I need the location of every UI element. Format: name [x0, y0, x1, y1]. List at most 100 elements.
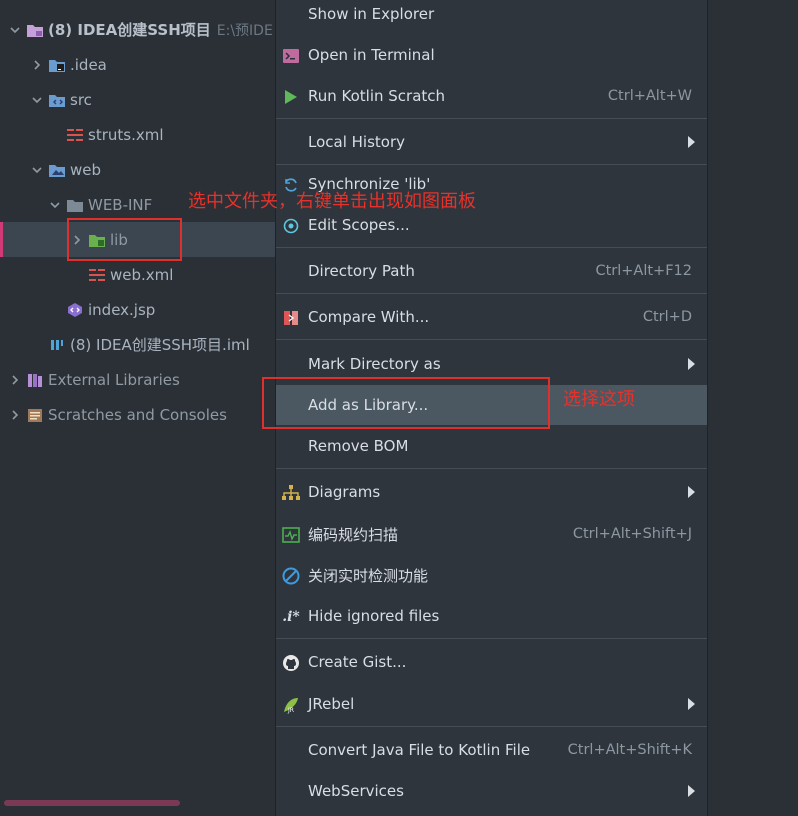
menu-item-disable-realtime-check[interactable]: 关闭实时检测功能: [276, 555, 707, 595]
annotation-note-select-folder: 选中文件夹，右键单击出现如图面板: [188, 191, 476, 212]
menu-item-label: JRebel: [308, 695, 355, 713]
menu-item-label: Mark Directory as: [308, 355, 441, 373]
chevron-down-icon[interactable]: [30, 163, 44, 177]
chevron-down-icon[interactable]: [48, 198, 62, 212]
terminal-icon: [281, 47, 301, 65]
menu-item-shortcut: Ctrl+Alt+Shift+J: [572, 526, 692, 542]
xml-file-icon: [88, 267, 106, 283]
tree-item-label: External Libraries: [48, 370, 180, 389]
github-icon: [281, 654, 301, 672]
menu-item-shortcut: Ctrl+Alt+W: [607, 88, 692, 104]
menu-separator: [276, 118, 707, 119]
tree-item-label: (8) IDEA创建SSH项目.iml: [70, 336, 250, 354]
menu-item-hide-ignored-files[interactable]: .i* Hide ignored files: [276, 596, 707, 636]
chevron-down-icon[interactable]: [30, 93, 44, 107]
annotation-box-add-library: [262, 377, 550, 429]
tree-item-scratches[interactable]: Scratches and Consoles: [0, 397, 283, 432]
run-icon: [281, 88, 301, 106]
menu-item-label: Local History: [308, 133, 406, 151]
tree-item-label: WEB-INF: [88, 195, 153, 214]
submenu-arrow-icon: [688, 785, 695, 797]
menu-separator: [276, 726, 707, 727]
menu-item-label: 编码规约扫描: [308, 525, 399, 544]
scratches-icon: [26, 407, 44, 423]
menu-item-local-history[interactable]: Local History: [276, 122, 707, 162]
tree-item-label: struts.xml: [88, 125, 164, 144]
module-folder-icon: [26, 22, 44, 38]
tree-item-label: (8) IDEA创建SSH项目: [48, 21, 211, 39]
menu-separator: [276, 339, 707, 340]
code-scan-icon: [281, 526, 301, 544]
menu-item-code-scan[interactable]: 编码规约扫描 Ctrl+Alt+Shift+J: [276, 514, 707, 554]
menu-item-shortcut: Ctrl+D: [642, 309, 692, 325]
annotation-box-lib: [67, 218, 182, 261]
diagram-icon: [281, 484, 301, 502]
tree-item-web[interactable]: web: [0, 152, 305, 187]
idea-folder-icon: [48, 57, 66, 73]
scope-icon: [281, 217, 301, 235]
tree-item-src[interactable]: src: [0, 82, 305, 117]
annotation-note-choose-this: 选择这项: [563, 389, 635, 410]
menu-item-create-gist[interactable]: Create Gist...: [276, 642, 707, 682]
tree-item-label: .idea: [70, 55, 107, 74]
menu-item-label: Run Kotlin Scratch: [308, 87, 446, 105]
menu-item-label: WebServices: [308, 782, 404, 800]
folder-icon: [66, 197, 84, 213]
menu-item-label: Show in Explorer: [308, 5, 435, 23]
menu-item-label: Edit Scopes...: [308, 216, 410, 234]
ignored-files-icon: .i*: [282, 609, 300, 625]
submenu-arrow-icon: [688, 358, 695, 370]
chevron-right-icon[interactable]: [8, 373, 22, 387]
menu-item-label: Compare With...: [308, 308, 430, 326]
menu-item-webservices[interactable]: WebServices: [276, 771, 707, 811]
jsp-file-icon: [66, 302, 84, 318]
source-folder-icon: [48, 92, 66, 108]
chevron-right-icon[interactable]: [8, 408, 22, 422]
menu-item-run-kotlin-scratch[interactable]: Run Kotlin Scratch Ctrl+Alt+W: [276, 76, 707, 116]
menu-item-shortcut: Ctrl+Alt+F12: [595, 263, 692, 279]
tree-item-path: E:\预IDE: [216, 22, 273, 39]
horizontal-scrollbar[interactable]: [4, 800, 180, 806]
tree-item-idea[interactable]: .idea: [0, 47, 305, 82]
menu-item-label: Diagrams: [308, 483, 381, 501]
menu-item-jrebel[interactable]: JR JRebel: [276, 684, 707, 724]
menu-item-label: Create Gist...: [308, 653, 407, 671]
menu-separator: [276, 247, 707, 248]
xml-file-icon: [66, 127, 84, 143]
menu-item-shortcut: Ctrl+Alt+Shift+K: [567, 742, 692, 758]
menu-item-label: Open in Terminal: [308, 46, 435, 64]
menu-item-compare-with[interactable]: Compare With... Ctrl+D: [276, 297, 707, 337]
compare-icon: [281, 309, 301, 327]
tree-item-label: Scratches and Consoles: [48, 405, 227, 424]
jrebel-icon: JR: [281, 696, 301, 714]
menu-item-label: Convert Java File to Kotlin File: [308, 741, 531, 759]
submenu-arrow-icon: [688, 486, 695, 498]
menu-item-label: Directory Path: [308, 262, 415, 280]
tree-item-label: src: [70, 90, 92, 109]
module-file-icon: [48, 337, 66, 353]
submenu-arrow-icon: [688, 136, 695, 148]
menu-item-show-in-explorer[interactable]: Show in Explorer: [276, 0, 707, 34]
menu-item-label: Hide ignored files: [308, 607, 440, 625]
menu-item-diagrams[interactable]: Diagrams: [276, 472, 707, 512]
tree-item-label: web.xml: [110, 265, 174, 284]
chevron-down-icon[interactable]: [8, 23, 22, 37]
libraries-icon: [26, 372, 44, 388]
web-folder-icon: [48, 162, 66, 178]
menu-item-open-in-terminal[interactable]: Open in Terminal: [276, 35, 707, 75]
menu-item-directory-path[interactable]: Directory Path Ctrl+Alt+F12: [276, 251, 707, 291]
menu-item-convert-java-to-kotlin[interactable]: Convert Java File to Kotlin File Ctrl+Al…: [276, 730, 707, 770]
menu-separator: [276, 468, 707, 469]
menu-item-remove-bom[interactable]: Remove BOM: [276, 426, 707, 466]
tree-item-external-libraries[interactable]: External Libraries: [0, 362, 283, 397]
tree-item-label: index.jsp: [88, 300, 156, 319]
svg-text:JR: JR: [287, 707, 294, 714]
block-icon: [281, 567, 301, 585]
menu-separator: [276, 293, 707, 294]
menu-item-label: Remove BOM: [308, 437, 409, 455]
menu-item-label: 关闭实时检测功能: [308, 566, 429, 585]
submenu-arrow-icon: [688, 698, 695, 710]
tree-item-project-root[interactable]: (8) IDEA创建SSH项目 E:\预IDE: [0, 12, 283, 47]
menu-separator: [276, 638, 707, 639]
chevron-right-icon[interactable]: [30, 58, 44, 72]
